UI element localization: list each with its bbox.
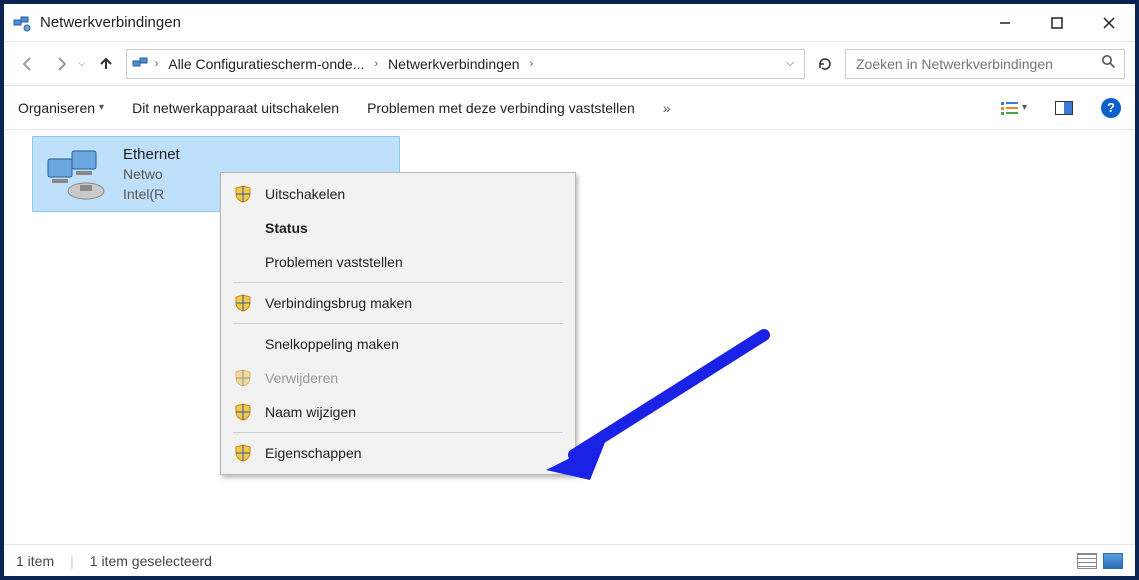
diagnose-button[interactable]: Problemen met deze verbinding vaststelle…: [367, 100, 635, 116]
organize-label: Organiseren: [18, 100, 95, 116]
minimize-button[interactable]: [979, 4, 1031, 41]
chevron-down-icon: ▾: [99, 102, 104, 113]
ctx-bridge-label: Verbindingsbrug maken: [265, 295, 412, 311]
ctx-rename-label: Naam wijzigen: [265, 404, 356, 420]
address-bar[interactable]: › Alle Configuratiescherm-onde... › Netw…: [126, 49, 805, 79]
back-button[interactable]: [14, 50, 42, 78]
ctx-separator: [233, 282, 563, 283]
search-box[interactable]: [845, 49, 1125, 79]
ctx-separator: [233, 432, 563, 433]
ctx-diagnose[interactable]: Problemen vaststellen: [221, 245, 575, 279]
ctx-diagnose-label: Problemen vaststellen: [265, 254, 403, 270]
help-button[interactable]: ?: [1101, 98, 1121, 118]
window-title: Netwerkverbindingen: [40, 14, 181, 31]
close-button[interactable]: [1083, 4, 1135, 41]
status-item-count: 1 item: [16, 553, 54, 569]
breadcrumb-separator[interactable]: ›: [155, 58, 159, 70]
ctx-status[interactable]: Status: [221, 211, 575, 245]
connection-details: Ethernet Netwo Intel(R: [123, 144, 180, 204]
ctx-delete-label: Verwijderen: [265, 370, 338, 386]
titlebar: Netwerkverbindingen: [4, 4, 1135, 42]
toolbar-overflow[interactable]: »: [663, 100, 671, 116]
recent-locations-button[interactable]: ⌵: [78, 58, 86, 69]
forward-button[interactable]: [48, 50, 76, 78]
ctx-delete: Verwijderen: [221, 361, 575, 395]
view-mode-toggle: [1077, 553, 1123, 569]
preview-pane-button[interactable]: [1055, 101, 1073, 115]
breadcrumb-separator[interactable]: ›: [530, 58, 534, 70]
ctx-separator: [233, 323, 563, 324]
chevron-down-icon: ▾: [1022, 102, 1027, 113]
organize-button[interactable]: Organiseren ▾: [18, 100, 104, 116]
maximize-button[interactable]: [1031, 4, 1083, 41]
shield-icon: [233, 402, 253, 422]
status-selected-count: 1 item geselecteerd: [90, 553, 212, 569]
command-bar: Organiseren ▾ Dit netwerkapparaat uitsch…: [4, 86, 1135, 130]
explorer-window: Netwerkverbindingen ⌵: [4, 4, 1135, 576]
search-icon[interactable]: [1101, 54, 1116, 73]
status-separator: |: [70, 553, 74, 569]
window-controls: [979, 4, 1135, 41]
view-options-button[interactable]: ▾: [1001, 101, 1027, 115]
ctx-shortcut[interactable]: Snelkoppeling maken: [221, 327, 575, 361]
window-icon: [12, 13, 32, 33]
search-input[interactable]: [854, 55, 1101, 73]
shield-icon: [233, 293, 253, 313]
ctx-disable[interactable]: Uitschakelen: [221, 177, 575, 211]
ctx-status-label: Status: [265, 220, 308, 236]
network-adapter-icon: [41, 144, 113, 204]
diagnose-label: Problemen met deze verbinding vaststelle…: [367, 100, 635, 116]
location-icon: [131, 54, 151, 74]
ctx-properties[interactable]: Eigenschappen: [221, 436, 575, 470]
shield-icon: [233, 368, 253, 388]
context-menu: Uitschakelen Status Problemen vaststelle…: [220, 172, 576, 475]
up-button[interactable]: [92, 50, 120, 78]
breadcrumb-separator[interactable]: ›: [374, 58, 378, 70]
navigation-bar: ⌵ › Alle Configuratiescherm-onde... › Ne…: [4, 42, 1135, 86]
shield-icon: [233, 443, 253, 463]
ctx-properties-label: Eigenschappen: [265, 445, 362, 461]
ctx-rename[interactable]: Naam wijzigen: [221, 395, 575, 429]
ctx-disable-label: Uitschakelen: [265, 186, 345, 202]
shield-icon: [233, 184, 253, 204]
status-bar: 1 item | 1 item geselecteerd: [4, 544, 1135, 576]
breadcrumb-level1[interactable]: Alle Configuratiescherm-onde...: [162, 56, 370, 72]
disable-device-label: Dit netwerkapparaat uitschakelen: [132, 100, 339, 116]
details-view-button[interactable]: [1077, 553, 1097, 569]
connection-name: Ethernet: [123, 144, 180, 165]
content-area[interactable]: Ethernet Netwo Intel(R Uitschakelen Stat…: [4, 130, 1135, 544]
thumbnails-view-button[interactable]: [1103, 553, 1123, 569]
refresh-button[interactable]: [811, 49, 839, 79]
breadcrumb-level2[interactable]: Netwerkverbindingen: [382, 56, 526, 72]
disable-device-button[interactable]: Dit netwerkapparaat uitschakelen: [132, 100, 339, 116]
connection-status: Netwo: [123, 165, 180, 185]
ctx-shortcut-label: Snelkoppeling maken: [265, 336, 399, 352]
address-dropdown[interactable]: ⌵: [780, 57, 800, 70]
ctx-bridge[interactable]: Verbindingsbrug maken: [221, 286, 575, 320]
connection-device: Intel(R: [123, 185, 180, 205]
